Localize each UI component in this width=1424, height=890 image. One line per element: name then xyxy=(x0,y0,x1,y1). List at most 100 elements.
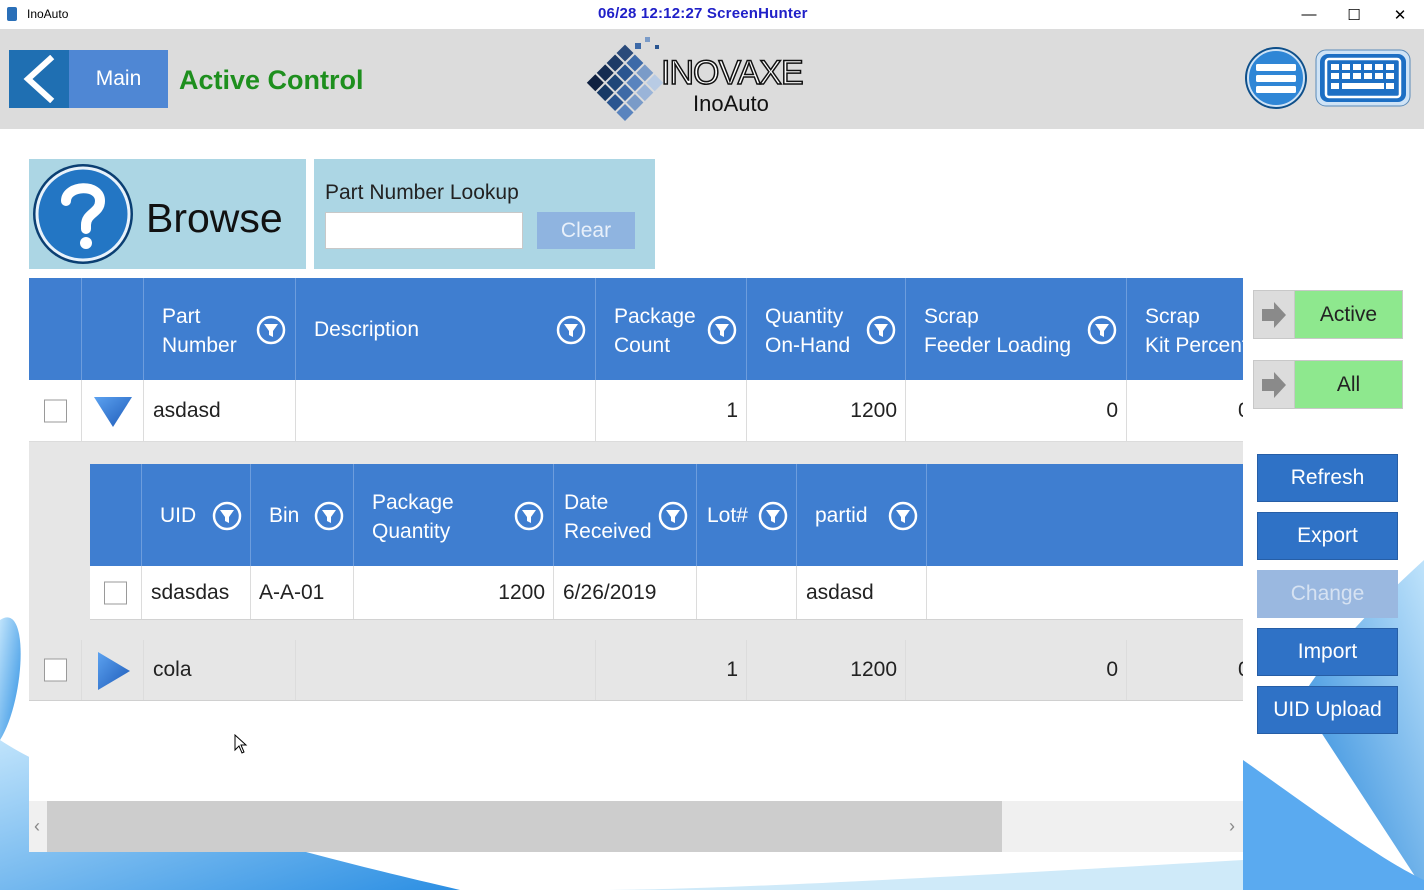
header-expand-column xyxy=(82,278,144,380)
header-part-number-label: Part Number xyxy=(162,305,237,357)
row-detail-panel: UID Bin Package Quantity Date Received L… xyxy=(29,442,1243,640)
cell-description xyxy=(296,640,596,700)
toggle-arrow-cell xyxy=(1254,361,1295,408)
row-select-cell xyxy=(29,380,82,441)
cell-bin: A-A-01 xyxy=(251,566,354,619)
filter-icon[interactable] xyxy=(658,501,688,531)
cell-package-count: 1 xyxy=(596,640,747,700)
detail-header-bin-label: Bin xyxy=(269,504,300,527)
header-description[interactable]: Description xyxy=(296,278,596,380)
cell-description xyxy=(296,380,596,441)
filter-icon[interactable] xyxy=(758,501,788,531)
detail-header-package-quantity-label: Package Quantity xyxy=(372,491,454,543)
grid-header-row: Part Number Description Package Count Qu… xyxy=(29,278,1243,380)
detail-row-checkbox[interactable] xyxy=(104,581,127,604)
page-title: Active Control xyxy=(179,65,364,95)
close-button[interactable]: ✕ xyxy=(1377,0,1423,29)
row-expand-cell[interactable] xyxy=(82,640,144,700)
logo-brand-text: INOVAXE xyxy=(661,54,803,92)
row-expand-cell[interactable] xyxy=(82,380,144,441)
back-button[interactable] xyxy=(9,50,69,108)
uid-upload-button[interactable]: UID Upload xyxy=(1257,686,1398,734)
cell-quantity-on-hand: 1200 xyxy=(747,380,906,441)
arrow-right-icon xyxy=(1262,371,1286,398)
mouse-cursor-icon xyxy=(234,734,248,754)
header-select-column xyxy=(29,278,82,380)
detail-header-package-quantity[interactable]: Package Quantity xyxy=(354,464,554,566)
window-titlebar: InoAuto 06/28 12:12:27 ScreenHunter — ☐ … xyxy=(0,0,1424,39)
header-scrap-feeder-loading[interactable]: Scrap Feeder Loading xyxy=(906,278,1127,380)
active-filter-label: Active xyxy=(1295,291,1402,338)
detail-header-lot[interactable]: Lot# xyxy=(697,464,797,566)
inovaxe-logo: INOVAXE InoAuto xyxy=(586,37,805,121)
detail-header-uid-label: UID xyxy=(160,504,197,527)
scroll-left-icon[interactable]: ‹ xyxy=(34,816,40,837)
filter-icon[interactable] xyxy=(212,501,242,531)
change-button[interactable]: Change xyxy=(1257,570,1398,618)
browse-panel[interactable]: Browse xyxy=(29,159,306,269)
cell-lot xyxy=(697,566,797,619)
export-button[interactable]: Export xyxy=(1257,512,1398,560)
detail-select-cell xyxy=(90,566,142,619)
row-checkbox[interactable] xyxy=(44,658,67,682)
row-checkbox[interactable] xyxy=(44,399,67,422)
filter-icon[interactable] xyxy=(314,501,344,531)
filter-icon[interactable] xyxy=(1087,315,1117,345)
table-row[interactable]: cola 1 1200 0 0 xyxy=(29,640,1243,701)
cell-quantity-on-hand: 1200 xyxy=(747,640,906,700)
triangle-down-icon[interactable] xyxy=(93,396,133,428)
header-part-number[interactable]: Part Number xyxy=(144,278,296,380)
header-package-count[interactable]: Package Count xyxy=(596,278,747,380)
header-quantity-on-hand-label: Quantity On-Hand xyxy=(765,305,851,357)
toggle-arrow-cell xyxy=(1254,291,1295,338)
detail-header-uid[interactable]: UID xyxy=(142,464,251,566)
header-quantity-on-hand[interactable]: Quantity On-Hand xyxy=(747,278,906,380)
detail-table-row[interactable]: sdasdas A-A-01 1200 6/26/2019 asdasd xyxy=(90,566,1243,620)
cell-uid: sdasdas xyxy=(142,566,251,619)
detail-header-partid-label: partid xyxy=(815,504,868,527)
screenhunter-overlay: 06/28 12:12:27 ScreenHunter xyxy=(598,5,808,22)
refresh-button[interactable]: Refresh xyxy=(1257,454,1398,502)
detail-header-bin[interactable]: Bin xyxy=(251,464,354,566)
all-filter-toggle[interactable]: All xyxy=(1253,360,1403,409)
minimize-button[interactable]: — xyxy=(1286,0,1332,29)
detail-header-date-received-label: Date Received xyxy=(564,491,652,543)
question-mark-icon xyxy=(33,164,133,264)
maximize-button[interactable]: ☐ xyxy=(1331,0,1377,29)
filter-icon[interactable] xyxy=(556,315,586,345)
horizontal-scrollbar[interactable]: ‹ › xyxy=(29,801,1243,852)
table-row[interactable]: asdasd 1 1200 0 0 xyxy=(29,380,1243,442)
menu-icon xyxy=(1256,64,1296,93)
filter-icon[interactable] xyxy=(707,315,737,345)
detail-header-partid[interactable]: partid xyxy=(797,464,927,566)
window-title: InoAuto xyxy=(27,7,69,21)
header-scrap-kit-percent[interactable]: Scrap Kit Percent xyxy=(1127,278,1243,380)
parts-grid: Part Number Description Package Count Qu… xyxy=(29,278,1243,852)
cell-scrap-kit-percent: 0 xyxy=(1127,640,1243,700)
cell-scrap-kit-percent: 0 xyxy=(1127,380,1243,441)
detail-header-date-received[interactable]: Date Received xyxy=(554,464,697,566)
main-button[interactable]: Main xyxy=(69,50,168,108)
triangle-right-icon[interactable] xyxy=(97,651,131,691)
scroll-right-icon[interactable]: › xyxy=(1229,816,1235,837)
keyboard-button[interactable] xyxy=(1315,49,1411,107)
cell-partid: asdasd xyxy=(797,566,927,619)
active-filter-toggle[interactable]: Active xyxy=(1253,290,1403,339)
import-button[interactable]: Import xyxy=(1257,628,1398,676)
cell-date-received: 6/26/2019 xyxy=(554,566,697,619)
menu-button[interactable] xyxy=(1244,46,1308,110)
detail-header-lot-label: Lot# xyxy=(707,504,748,527)
filter-icon[interactable] xyxy=(256,315,286,345)
scrollbar-thumb[interactable] xyxy=(47,801,1002,852)
all-filter-label: All xyxy=(1295,361,1402,408)
filter-icon[interactable] xyxy=(866,315,896,345)
filter-icon[interactable] xyxy=(888,501,918,531)
clear-button[interactable]: Clear xyxy=(537,212,635,249)
filter-icon[interactable] xyxy=(514,501,544,531)
keyboard-icon xyxy=(1324,57,1402,99)
part-number-lookup-panel: Part Number Lookup Clear xyxy=(314,159,655,269)
cell-part-number: asdasd xyxy=(144,380,296,441)
header-scrap-feeder-loading-label: Scrap Feeder Loading xyxy=(924,305,1072,357)
arrow-right-icon xyxy=(1262,301,1286,328)
part-number-lookup-input[interactable] xyxy=(325,212,523,249)
